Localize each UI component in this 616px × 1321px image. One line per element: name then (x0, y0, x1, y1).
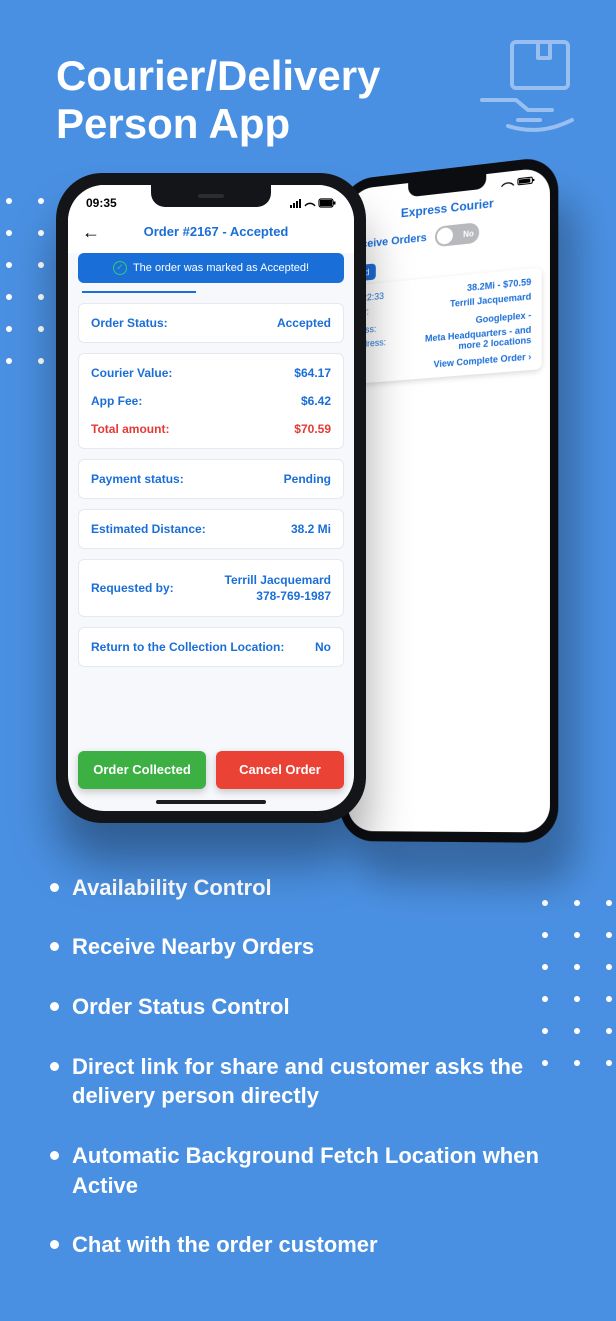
check-icon: ✓ (113, 261, 127, 275)
feature-list: Availability Control Receive Nearby Orde… (0, 833, 616, 1261)
order-collected-button[interactable]: Order Collected (78, 751, 206, 789)
feature-item: Order Status Control (72, 992, 572, 1022)
page-title: Courier/Delivery Person App (0, 0, 460, 167)
requested-by-label: Requested by: (91, 581, 174, 595)
status-time: 09:35 (86, 196, 117, 210)
total-amount-label: Total amount: (91, 422, 169, 436)
total-amount-value: $70.59 (294, 422, 331, 436)
courier-value-label: Courier Value: (91, 366, 172, 380)
feature-item: Availability Control (72, 873, 572, 903)
payment-status-value: Pending (284, 472, 331, 486)
requested-by-card: Requested by: Terrill Jacquemard 378-769… (78, 559, 344, 617)
pricing-card: Courier Value: $64.17 App Fee: $6.42 Tot… (78, 353, 344, 449)
return-location-card: Return to the Collection Location: No (78, 627, 344, 667)
feature-item: Receive Nearby Orders (72, 932, 572, 962)
requested-by-name: Terrill Jacquemard (225, 572, 332, 588)
delivery-hand-box-icon (468, 34, 588, 154)
phone1-notch (151, 185, 271, 207)
order-summary-card[interactable]: | 22:3338.2Mi - $70.59 by:Terrill Jacque… (348, 267, 542, 384)
feature-item: Direct link for share and customer asks … (72, 1052, 572, 1111)
order-status-card: Order Status: Accepted (78, 303, 344, 343)
app-fee-label: App Fee: (91, 394, 142, 408)
order-status-value: Accepted (277, 316, 331, 330)
estimated-distance-value: 38.2 Mi (291, 522, 331, 536)
order-status-label: Order Status: (91, 316, 168, 330)
distance-card: Estimated Distance: 38.2 Mi (78, 509, 344, 549)
home-indicator (156, 800, 266, 804)
signal-wifi-battery-icon (290, 197, 336, 209)
receive-orders-label: eceive Orders (355, 231, 426, 251)
estimated-distance-label: Estimated Distance: (91, 522, 206, 536)
cancel-order-button[interactable]: Cancel Order (216, 751, 344, 789)
pickup-address: Googleplex - (476, 309, 532, 324)
accepted-banner: ✓ The order was marked as Accepted! (78, 253, 344, 283)
return-location-value: No (315, 640, 331, 654)
feature-item: Automatic Background Fetch Location when… (72, 1141, 572, 1200)
distance-price: 38.2Mi - $70.59 (467, 276, 531, 292)
decorative-dots-right (542, 900, 616, 1070)
tab-active-indicator (82, 291, 196, 293)
requested-by-phone[interactable]: 378-769-1987 (225, 588, 332, 604)
payment-status-card: Payment status: Pending (78, 459, 344, 499)
back-button[interactable]: ← (82, 223, 100, 241)
app-fee-value: $6.42 (301, 394, 331, 408)
courier-value: $64.17 (294, 366, 331, 380)
phone-front: 09:35 ← Order #2167 - Accepted ✓ The ord… (56, 173, 366, 823)
return-location-label: Return to the Collection Location: (91, 640, 284, 654)
receive-orders-toggle[interactable]: No (435, 222, 479, 247)
payment-status-label: Payment status: (91, 472, 184, 486)
feature-item: Chat with the order customer (72, 1230, 572, 1260)
order-header-title: Order #2167 - Accepted (110, 224, 340, 239)
phone-back: Express Courier eceive Orders No ted | 2… (340, 155, 558, 843)
